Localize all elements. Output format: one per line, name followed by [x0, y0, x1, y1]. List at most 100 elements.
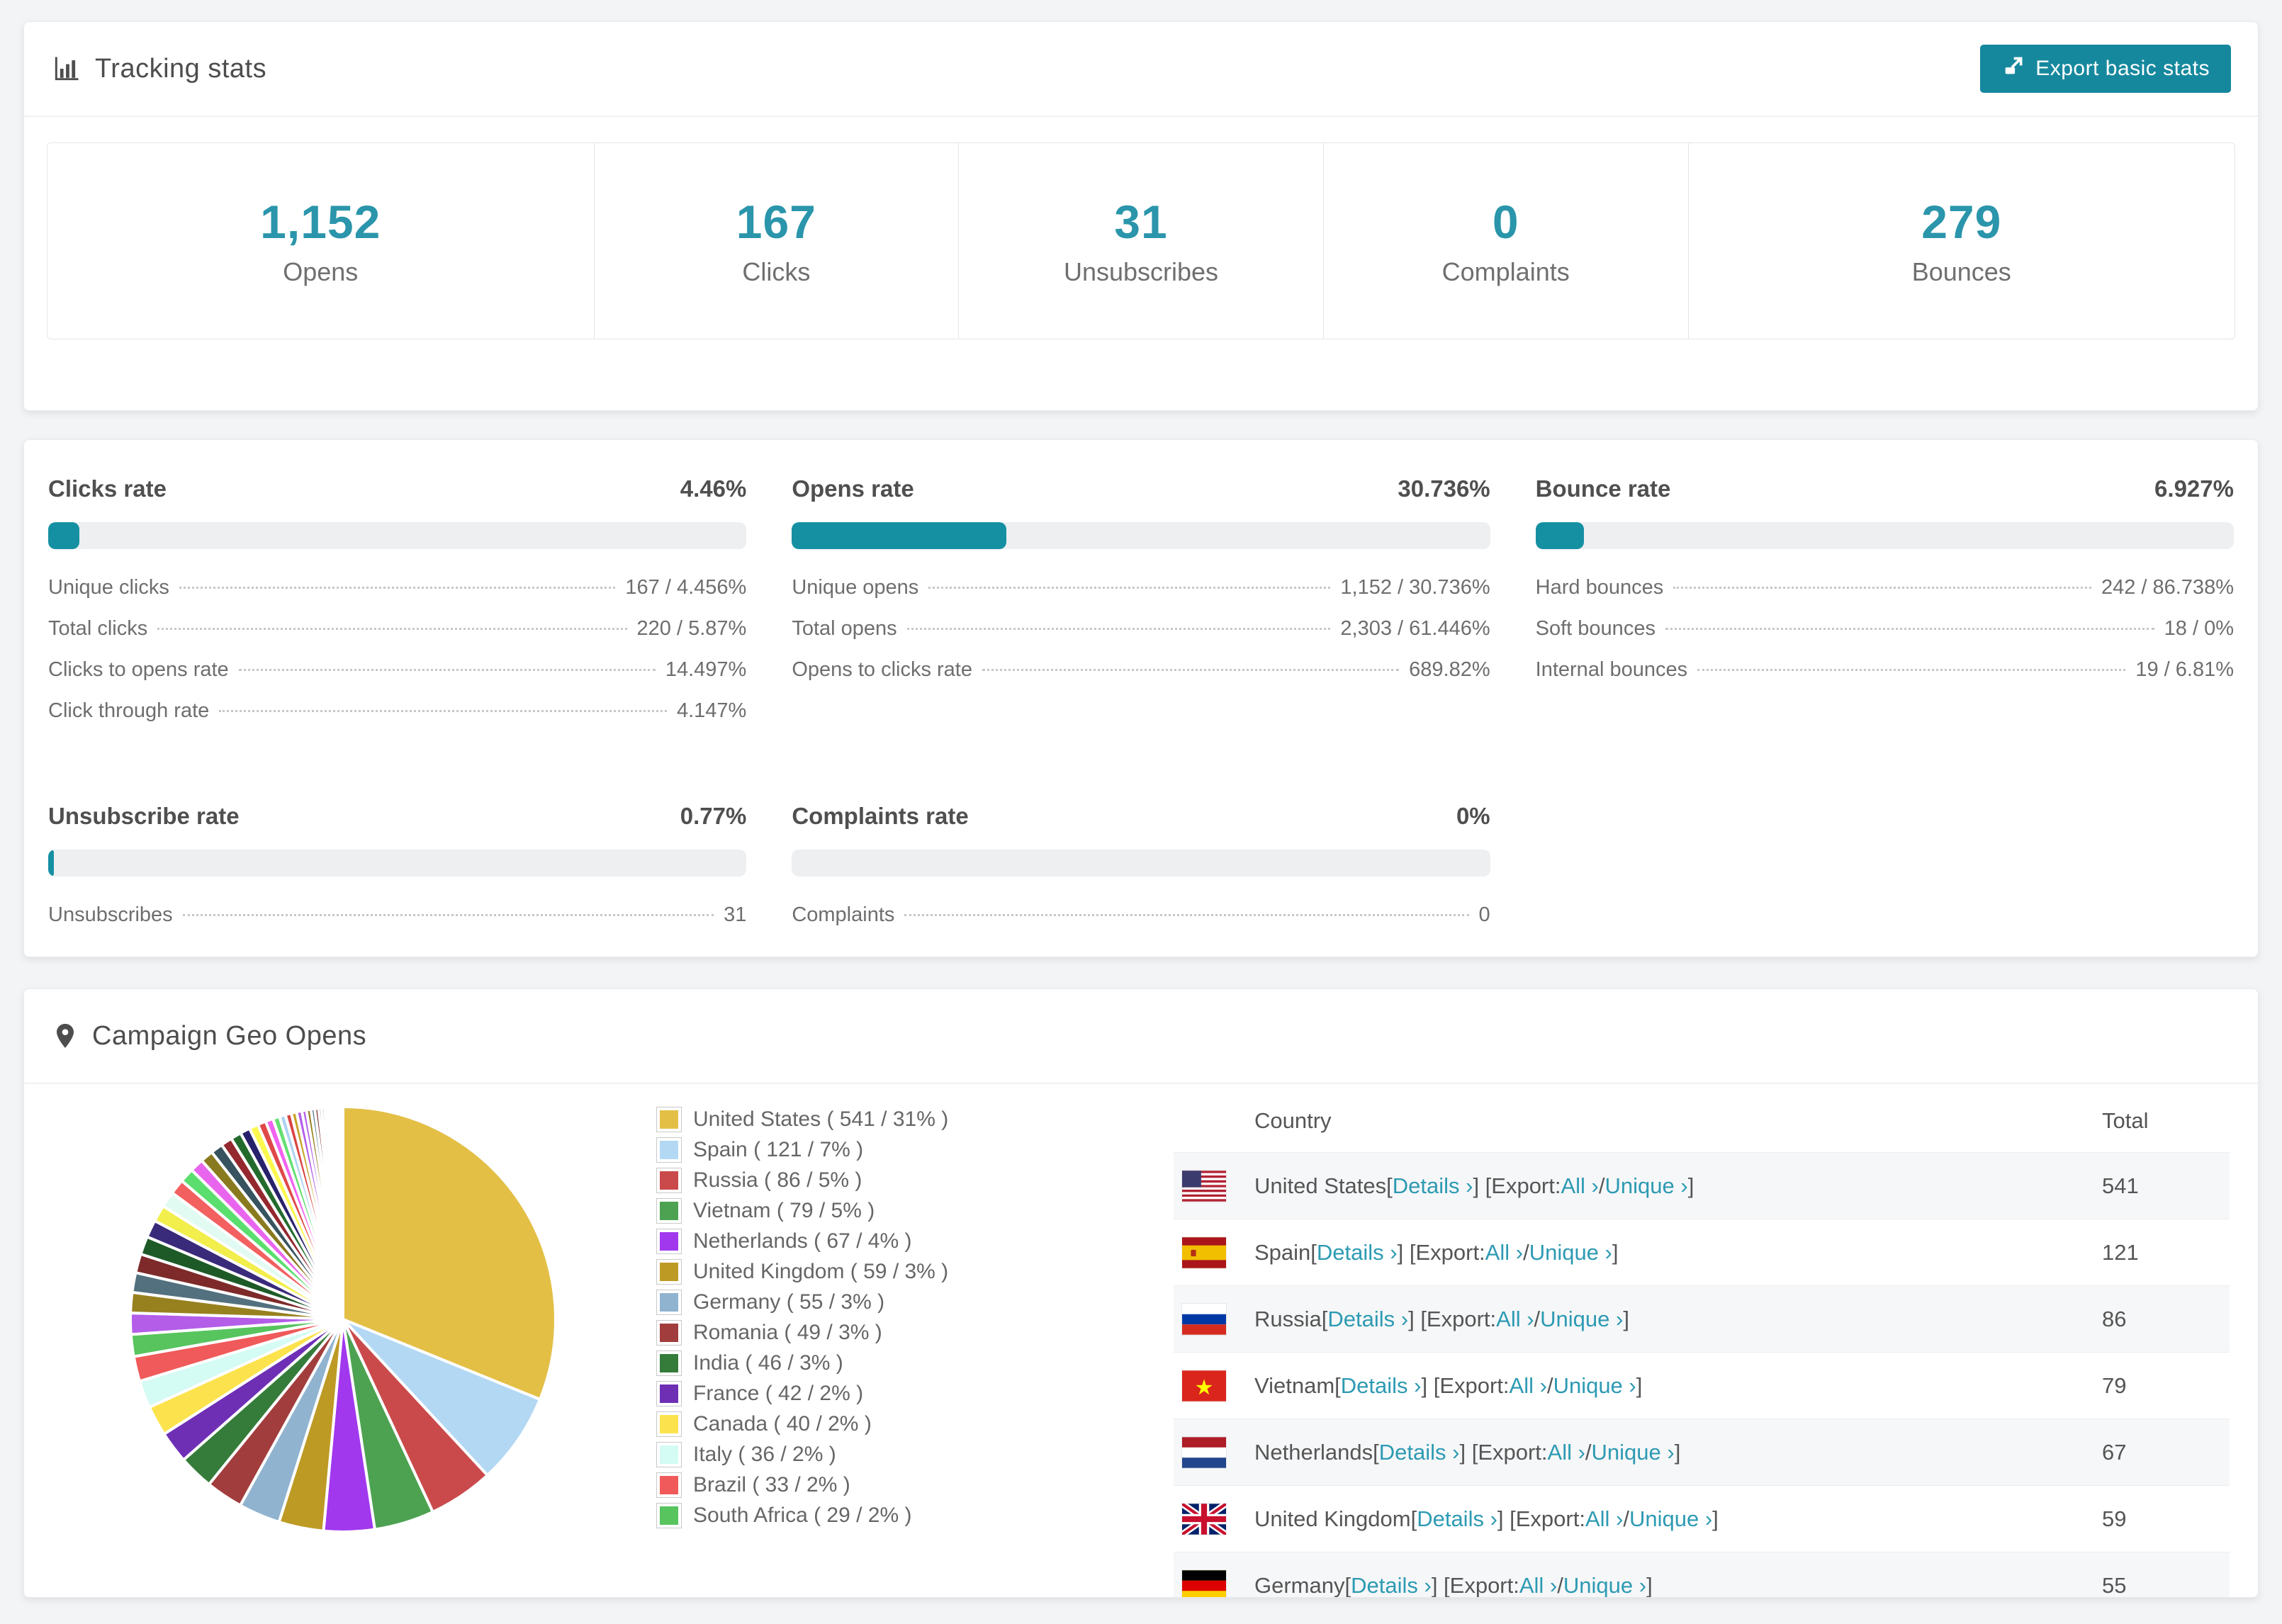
metric-label: Click through rate	[48, 699, 210, 722]
geo-table-header: Country Total	[1174, 1090, 2230, 1152]
export-all-link[interactable]: All ›	[1561, 1173, 1598, 1199]
country-column-header: Country	[1254, 1108, 1332, 1133]
details-link[interactable]: Details ›	[1417, 1506, 1497, 1532]
summary-stats-row: 1,152 Opens 167 Clicks 31 Unsubscribes 0…	[47, 142, 2235, 339]
country-flag-icon	[1182, 1503, 1226, 1535]
export-all-link[interactable]: All ›	[1510, 1373, 1547, 1399]
legend-swatch	[656, 1289, 682, 1315]
legend-label: Netherlands ( 67 / 4% )	[693, 1229, 912, 1253]
export-unique-link[interactable]: Unique ›	[1605, 1173, 1688, 1199]
rate-metric-row: Total opens 2,303 / 61.446%	[792, 617, 1490, 658]
rates-card: Clicks rate 4.46% Unique clicks 167 / 4.…	[23, 439, 2259, 957]
metric-label: Total clicks	[48, 617, 148, 640]
export-unique-link[interactable]: Unique ›	[1553, 1373, 1636, 1399]
rate-progress-fill	[48, 850, 54, 876]
legend-label: Spain ( 121 / 7% )	[693, 1137, 864, 1161]
legend-item: Canada ( 40 / 2% )	[656, 1409, 948, 1439]
country-flag-icon	[1182, 1569, 1226, 1597]
legend-label: United Kingdom ( 59 / 3% )	[693, 1259, 949, 1283]
summary-stat: 1,152 Opens	[47, 143, 594, 339]
geo-opens-title: Campaign Geo Opens	[51, 1020, 366, 1051]
legend-item: United States ( 541 / 31% )	[656, 1104, 948, 1134]
dotted-leader	[904, 914, 1469, 916]
details-link[interactable]: Details ›	[1351, 1573, 1432, 1598]
metric-value: 14.497%	[665, 658, 747, 681]
legend-swatch	[656, 1228, 682, 1254]
rate-metric-row: Unique opens 1,152 / 30.736%	[792, 576, 1490, 617]
details-link[interactable]: Details ›	[1327, 1307, 1408, 1332]
dotted-leader	[238, 669, 656, 671]
rate-progress-bar	[792, 522, 1490, 549]
dotted-leader	[906, 628, 1331, 630]
rate-title: Complaints rate	[792, 803, 969, 829]
rate-metric-row: Click through rate 4.147%	[48, 699, 746, 740]
geo-pie-chart[interactable]	[123, 1100, 563, 1543]
legend-swatch	[656, 1350, 682, 1376]
stat-value: 1,152	[260, 196, 381, 248]
details-link[interactable]: Details ›	[1379, 1440, 1460, 1465]
metric-value: 31	[724, 903, 747, 926]
summary-stat: 279 Bounces	[1687, 143, 2235, 339]
metric-label: Unsubscribes	[48, 903, 173, 926]
export-unique-link[interactable]: Unique ›	[1592, 1440, 1675, 1465]
export-unique-link[interactable]: Unique ›	[1540, 1307, 1623, 1332]
rate-progress-bar	[48, 850, 747, 876]
export-unique-link[interactable]: Unique ›	[1629, 1506, 1712, 1532]
country-flag-icon	[1182, 1170, 1226, 1202]
metric-label: Unique opens	[792, 576, 919, 599]
stat-label: Complaints	[1441, 257, 1570, 286]
metric-value: 4.147%	[676, 699, 747, 722]
legend-item: Germany ( 55 / 3% )	[656, 1287, 948, 1317]
legend-item: United Kingdom ( 59 / 3% )	[656, 1256, 948, 1287]
metric-value: 0	[1478, 903, 1490, 926]
metric-value: 242 / 86.738%	[2101, 576, 2234, 599]
geo-body: United States ( 541 / 31% ) Spain ( 121 …	[24, 1084, 2258, 1598]
stat-value: 31	[1114, 196, 1168, 248]
geo-table-row: Netherlands [Details ›] [Export: All › /…	[1174, 1419, 2230, 1485]
export-all-link[interactable]: All ›	[1519, 1573, 1557, 1598]
stat-value: 279	[1921, 196, 2002, 248]
legend-label: South Africa ( 29 / 2% )	[693, 1503, 912, 1527]
country-flag-icon	[1182, 1436, 1226, 1468]
page-title: Tracking stats	[95, 53, 267, 84]
metric-value: 19 / 6.81%	[2135, 658, 2234, 681]
legend-item: South Africa ( 29 / 2% )	[656, 1500, 948, 1530]
metric-value: 167 / 4.456%	[625, 576, 747, 599]
legend-label: France ( 42 / 2% )	[693, 1381, 864, 1405]
stat-value: 167	[736, 196, 816, 248]
metric-value: 220 / 5.87%	[636, 617, 747, 640]
legend-swatch	[656, 1502, 682, 1528]
country-name: Germany	[1254, 1572, 1345, 1598]
metric-label: Hard bounces	[1535, 576, 1664, 599]
legend-label: Romania ( 49 / 3% )	[693, 1320, 882, 1344]
rate-percent: 4.46%	[680, 475, 747, 502]
rate-metric-row: Unsubscribes 31	[48, 903, 746, 944]
legend-label: Russia ( 86 / 5% )	[693, 1168, 862, 1192]
geo-table-row: Germany [Details ›] [Export: All › / Uni…	[1174, 1552, 2230, 1598]
pie-slice[interactable]	[340, 1105, 344, 1321]
total-column-header: Total	[2102, 1108, 2149, 1133]
export-all-link[interactable]: All ›	[1585, 1506, 1623, 1532]
legend-swatch	[656, 1106, 682, 1132]
details-link[interactable]: Details ›	[1317, 1240, 1398, 1265]
legend-item: Spain ( 121 / 7% )	[656, 1134, 948, 1165]
geo-table: Country Total United States [Details ›] …	[1174, 1090, 2230, 1598]
export-all-link[interactable]: All ›	[1548, 1440, 1585, 1465]
metric-label: Opens to clicks rate	[792, 658, 972, 681]
details-link[interactable]: Details ›	[1341, 1373, 1422, 1399]
rate-title: Opens rate	[792, 475, 914, 502]
geo-table-row: United Kingdom [Details ›] [Export: All …	[1174, 1485, 2230, 1552]
export-all-link[interactable]: All ›	[1496, 1307, 1534, 1332]
geo-opens-header: Campaign Geo Opens	[24, 989, 2258, 1084]
export-basic-stats-button[interactable]: Export basic stats	[1980, 45, 2231, 93]
export-all-link[interactable]: All ›	[1485, 1240, 1523, 1265]
details-link[interactable]: Details ›	[1393, 1173, 1473, 1199]
geo-table-row: Russia [Details ›] [Export: All › / Uniq…	[1174, 1285, 2230, 1352]
export-unique-link[interactable]: Unique ›	[1529, 1240, 1612, 1265]
tracking-stats-header: Tracking stats Export basic stats	[24, 22, 2258, 117]
rate-metric-row: Internal bounces 19 / 6.81%	[1536, 658, 2234, 699]
rate-progress-bar	[792, 850, 1490, 876]
legend-item: Italy ( 36 / 2% )	[656, 1439, 948, 1470]
dotted-leader	[982, 669, 1400, 671]
export-unique-link[interactable]: Unique ›	[1563, 1573, 1646, 1598]
